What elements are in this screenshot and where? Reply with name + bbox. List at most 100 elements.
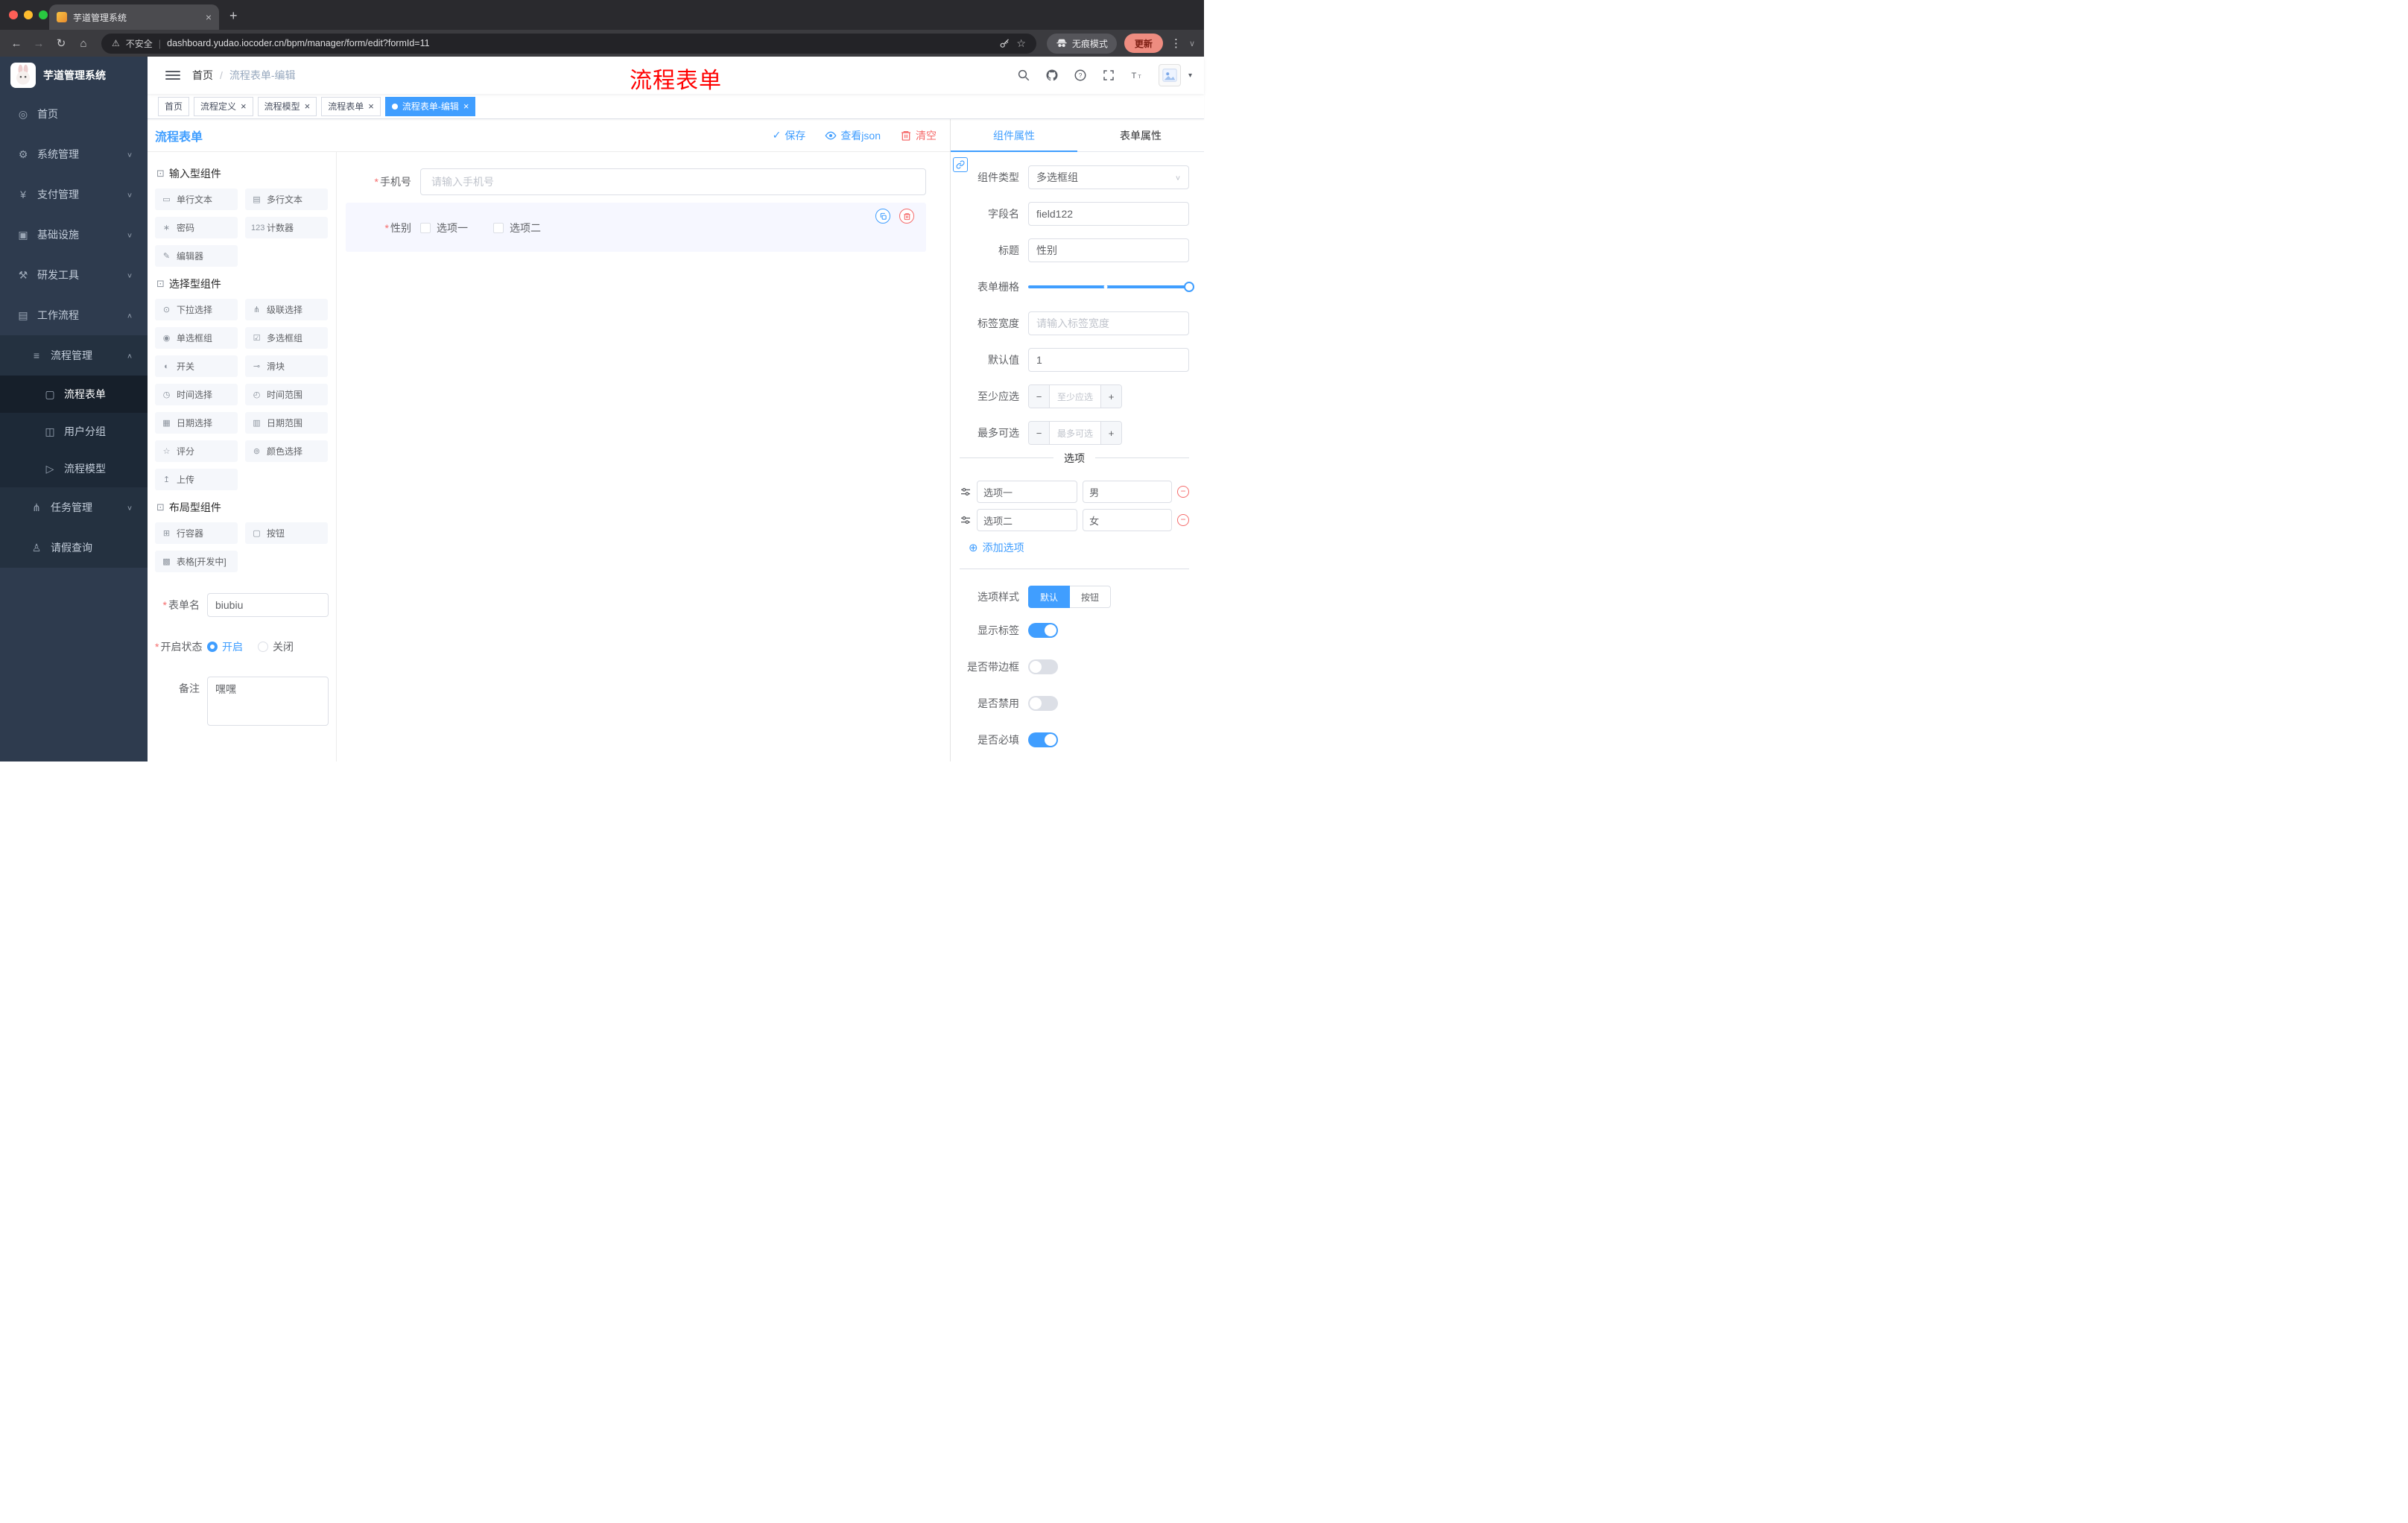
copy-component-button[interactable] <box>875 209 890 224</box>
font-size-icon[interactable]: TT <box>1130 69 1144 82</box>
home-button[interactable]: ⌂ <box>76 37 91 50</box>
address-bar[interactable]: ⚠ 不安全 | dashboard.yudao.iocoder.cn/bpm/m… <box>101 33 1036 54</box>
label-width-input[interactable] <box>1028 311 1189 335</box>
selected-component-block[interactable]: * 性别 选项一 选项二 <box>346 203 926 252</box>
disabled-toggle[interactable] <box>1028 696 1058 711</box>
status-on-radio[interactable]: 开启 <box>207 639 243 654</box>
palette-item-multi-line-text[interactable]: ▤ 多行文本 <box>245 189 328 210</box>
search-icon[interactable] <box>1017 69 1030 82</box>
password-key-icon[interactable] <box>999 38 1010 49</box>
stepper-value[interactable]: 最多可选 <box>1050 422 1100 444</box>
palette-item-switch[interactable]: ◐ 开关 <box>155 355 238 377</box>
sidebar-item-process-management[interactable]: ≡ 流程管理 ∧ <box>0 335 148 376</box>
palette-item-button[interactable]: ▢ 按钮 <box>245 522 328 544</box>
sidebar-item-task-management[interactable]: ⋔ 任务管理 ∨ <box>0 487 148 528</box>
checkbox-box[interactable] <box>420 223 431 233</box>
palette-item-password[interactable]: ∗ 密码 <box>155 217 238 238</box>
sidebar-item-system[interactable]: ⚙ 系统管理 ∨ <box>0 134 148 174</box>
window-zoom-button[interactable] <box>39 10 48 19</box>
tab-form-props[interactable]: 表单属性 <box>1077 119 1204 151</box>
style-default-button[interactable]: 默认 <box>1028 586 1071 608</box>
stepper-value[interactable]: 至少应选 <box>1050 385 1100 408</box>
option-label-input[interactable] <box>977 481 1078 503</box>
sidebar-item-home[interactable]: ◎ 首页 <box>0 94 148 134</box>
sidebar-item-infrastructure[interactable]: ▣ 基础设施 ∨ <box>0 215 148 255</box>
save-button[interactable]: ✓ 保存 <box>773 128 806 143</box>
tag-process-definition[interactable]: 流程定义 × <box>194 96 253 116</box>
link-icon-button[interactable] <box>953 157 968 172</box>
palette-item-rate[interactable]: ☆ 评分 <box>155 440 238 462</box>
avatar-caret-icon[interactable]: ▾ <box>1188 72 1192 80</box>
palette-item-upload[interactable]: ↥ 上传 <box>155 469 238 490</box>
form-name-input[interactable] <box>207 593 329 617</box>
reload-button[interactable]: ↻ <box>54 37 69 50</box>
sidebar-item-user-group[interactable]: ◫ 用户分组 <box>0 413 148 450</box>
status-off-radio[interactable]: 关闭 <box>258 639 294 654</box>
new-tab-button[interactable]: + <box>229 8 238 24</box>
tag-close-icon[interactable]: × <box>241 101 247 111</box>
checkbox-box[interactable] <box>493 223 504 233</box>
github-icon[interactable] <box>1045 69 1059 82</box>
sidebar-item-leave-query[interactable]: ♙ 请假查询 <box>0 528 148 568</box>
palette-item-slider[interactable]: ⊸ 滑块 <box>245 355 328 377</box>
breadcrumb-home[interactable]: 首页 <box>192 68 213 83</box>
option-value-input[interactable] <box>1083 509 1172 531</box>
title-input[interactable] <box>1028 238 1189 262</box>
palette-item-row-container[interactable]: ⊞ 行容器 <box>155 522 238 544</box>
remove-option-button[interactable]: − <box>1177 514 1189 526</box>
browser-tab[interactable]: 芋道管理系统 × <box>49 4 219 30</box>
view-json-button[interactable]: 查看json <box>825 128 881 143</box>
palette-item-time-range[interactable]: ◴ 时间范围 <box>245 384 328 405</box>
slider-handle[interactable] <box>1184 282 1194 292</box>
slider-track[interactable] <box>1028 282 1194 292</box>
window-close-button[interactable] <box>9 10 18 19</box>
hamburger-icon[interactable] <box>165 71 180 80</box>
bookmark-star-icon[interactable]: ☆ <box>1016 37 1026 50</box>
stepper-plus-button[interactable]: + <box>1100 422 1121 444</box>
sidebar-item-process-model[interactable]: ▷ 流程模型 <box>0 450 148 487</box>
stepper-minus-button[interactable]: − <box>1029 385 1050 408</box>
style-button-button[interactable]: 按钮 <box>1070 586 1112 608</box>
tag-process-model[interactable]: 流程模型 × <box>257 96 317 116</box>
checkbox-option-1[interactable]: 选项一 <box>420 221 468 235</box>
toolbar-chevron-icon[interactable]: ∨ <box>1189 39 1195 48</box>
sidebar-item-process-form[interactable]: ▢ 流程表单 <box>0 376 148 413</box>
field-name-input[interactable] <box>1028 202 1189 226</box>
show-label-toggle[interactable] <box>1028 623 1058 638</box>
tag-close-icon[interactable]: × <box>463 101 469 111</box>
tag-home[interactable]: 首页 <box>158 96 190 116</box>
remove-option-button[interactable]: − <box>1177 486 1189 498</box>
stepper-minus-button[interactable]: − <box>1029 422 1050 444</box>
default-value-input[interactable] <box>1028 348 1189 372</box>
tag-process-form-edit[interactable]: 流程表单-编辑 × <box>384 96 476 116</box>
tab-component-props[interactable]: 组件属性 <box>951 119 1077 152</box>
border-toggle[interactable] <box>1028 659 1058 674</box>
palette-item-time-picker[interactable]: ◷ 时间选择 <box>155 384 238 405</box>
clear-button[interactable]: 清空 <box>900 128 937 143</box>
window-minimize-button[interactable] <box>24 10 33 19</box>
tag-close-icon[interactable]: × <box>368 101 374 111</box>
option-value-input[interactable] <box>1083 481 1172 503</box>
palette-item-single-line-text[interactable]: ▭ 单行文本 <box>155 189 238 210</box>
option-label-input[interactable] <box>977 509 1078 531</box>
palette-item-date-picker[interactable]: ▦ 日期选择 <box>155 412 238 434</box>
drag-handle-icon[interactable] <box>960 514 972 526</box>
browser-menu-icon[interactable]: ⋮ <box>1170 37 1182 50</box>
sidebar-item-devtools[interactable]: ⚒ 研发工具 ∨ <box>0 255 148 295</box>
palette-item-counter[interactable]: 123 计数器 <box>245 217 328 238</box>
tab-close-icon[interactable]: × <box>206 11 212 23</box>
tag-process-form[interactable]: 流程表单 × <box>321 96 381 116</box>
palette-item-table[interactable]: ▩ 表格[开发中] <box>155 551 238 572</box>
user-avatar[interactable] <box>1158 64 1181 86</box>
form-remark-textarea[interactable]: 嘿嘿 <box>207 677 329 726</box>
phone-input[interactable] <box>420 168 926 195</box>
chrome-update-button[interactable]: 更新 <box>1124 34 1163 53</box>
form-grid-slider[interactable] <box>1028 275 1194 299</box>
palette-item-cascader[interactable]: ⋔ 级联选择 <box>245 299 328 320</box>
sidebar-item-workflow[interactable]: ▤ 工作流程 ∧ <box>0 295 148 335</box>
fullscreen-icon[interactable] <box>1102 69 1115 82</box>
checkbox-option-2[interactable]: 选项二 <box>493 221 541 235</box>
palette-item-checkbox-group[interactable]: ☑ 多选框组 <box>245 327 328 349</box>
drag-handle-icon[interactable] <box>960 486 972 498</box>
required-toggle[interactable] <box>1028 732 1058 747</box>
